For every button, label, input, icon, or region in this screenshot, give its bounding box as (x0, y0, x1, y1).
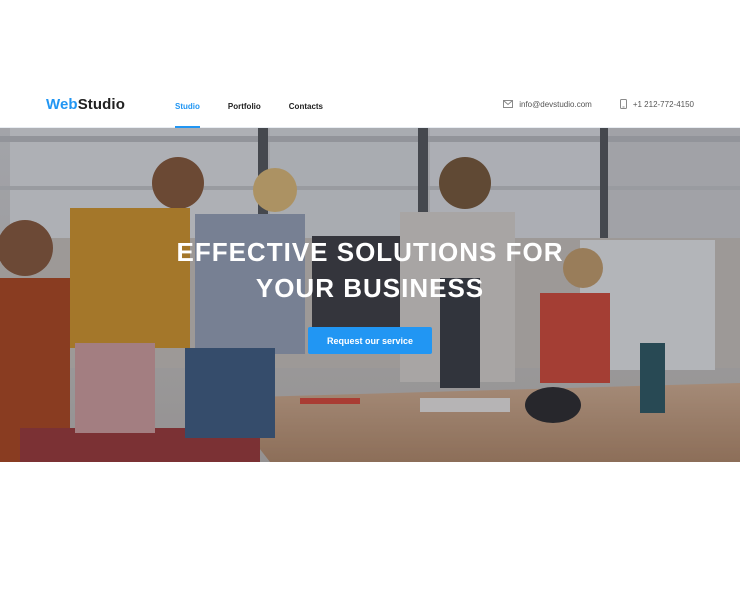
phone-text: +1 212-772-4150 (632, 99, 694, 109)
nav-item-studio[interactable]: Studio (175, 86, 200, 128)
email-link[interactable]: info@devstudio.com (503, 100, 592, 109)
logo-text: Studio (77, 96, 125, 113)
envelope-icon (503, 100, 514, 108)
hero-title-line1: Effective solutions for (176, 237, 564, 267)
site-header: WebStudio Studio Portfolio Contacts info… (0, 86, 740, 128)
hero-title: Effective solutions for your business (0, 234, 740, 306)
phone-icon (619, 99, 627, 109)
hero-title-line2: your business (255, 273, 485, 303)
nav-item-contacts[interactable]: Contacts (289, 86, 323, 128)
main-nav: Studio Portfolio Contacts (175, 86, 323, 128)
nav-item-portfolio[interactable]: Portfolio (228, 86, 261, 128)
request-service-button[interactable]: Request our service (308, 327, 432, 354)
logo[interactable]: WebStudio (46, 96, 125, 114)
phone-link[interactable]: +1 212-772-4150 (619, 99, 694, 109)
email-text: info@devstudio.com (519, 99, 592, 109)
hero-section: Effective solutions for your business Re… (0, 128, 740, 462)
header-contacts: info@devstudio.com +1 212-772-4150 (503, 86, 694, 122)
logo-accent-text: Web (46, 96, 78, 113)
page: WebStudio Studio Portfolio Contacts info… (0, 0, 740, 590)
